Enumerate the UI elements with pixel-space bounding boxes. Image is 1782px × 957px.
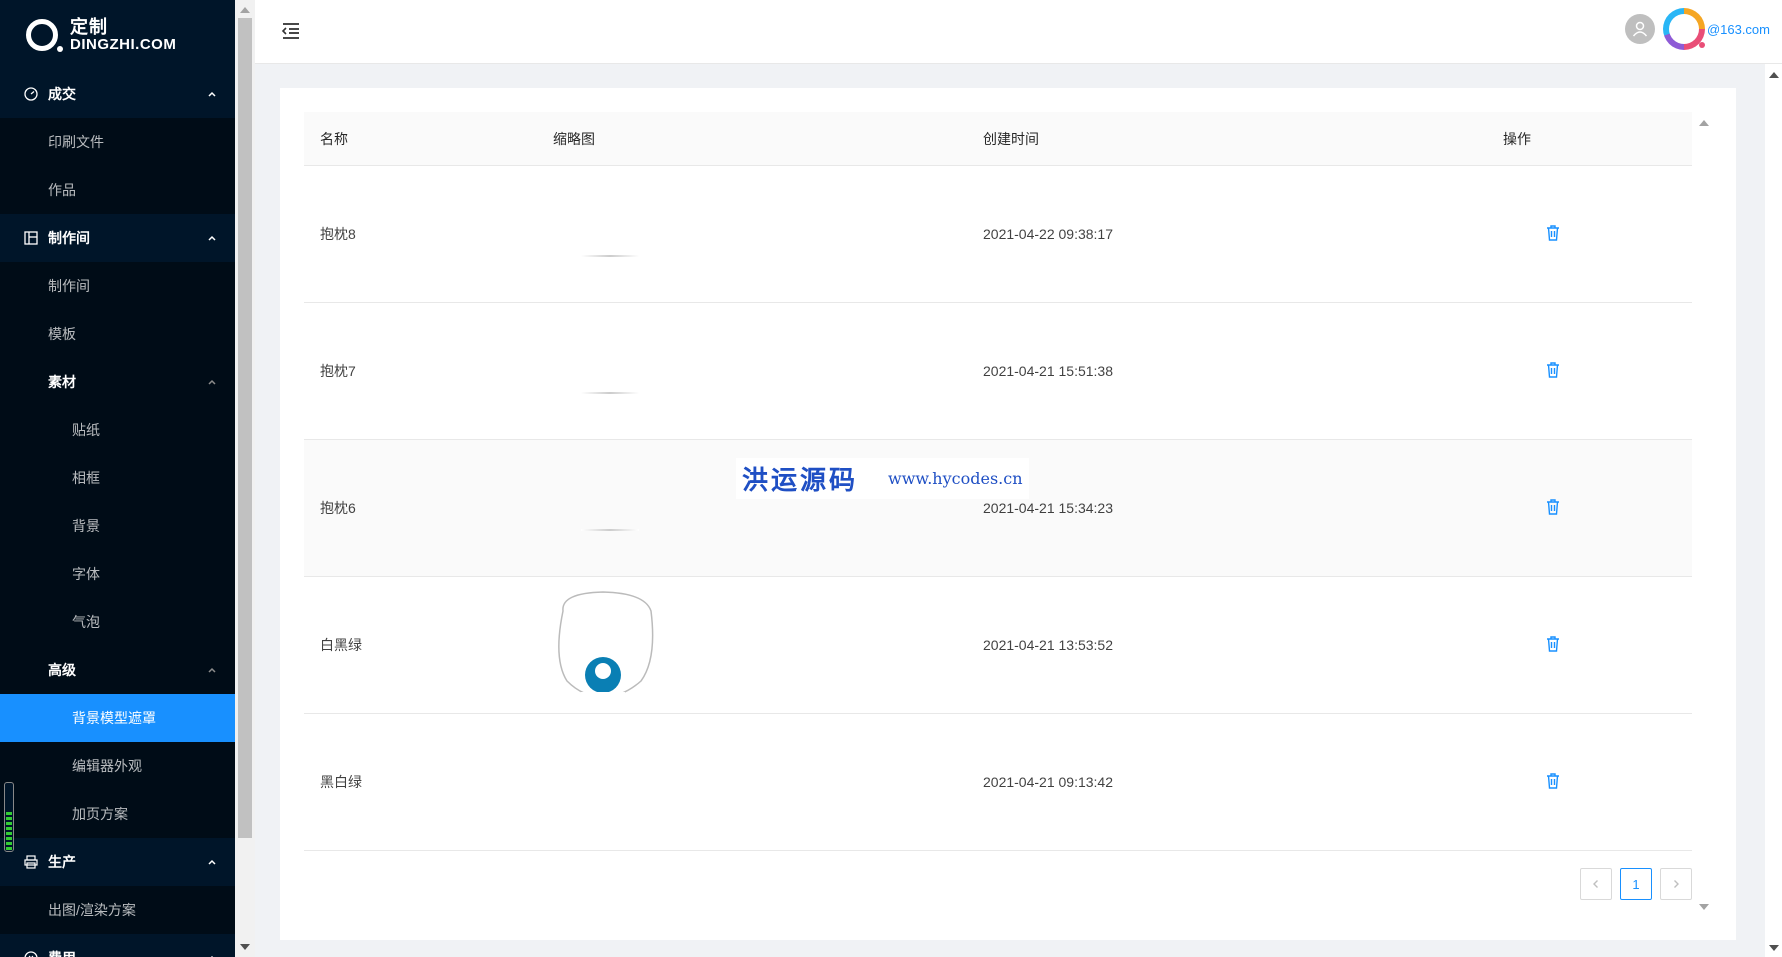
- menu-subgroup-advanced[interactable]: 高级: [0, 646, 235, 694]
- menu-group-deal[interactable]: 成交: [0, 70, 235, 118]
- prev-page-button[interactable]: [1580, 868, 1612, 900]
- logo-text-en: DINGZHI.COM: [70, 35, 177, 53]
- sidebar-item-studio[interactable]: 制作间: [0, 262, 235, 310]
- row-thumbnail: [537, 589, 967, 702]
- sidebar-item-templates[interactable]: 模板: [0, 310, 235, 358]
- sidebar-item-stickers[interactable]: 贴纸: [0, 406, 235, 454]
- header: @163.com: [255, 0, 1782, 64]
- next-page-button[interactable]: [1660, 868, 1692, 900]
- row-created: 2021-04-21 09:13:42: [983, 774, 1113, 790]
- row-created: 2021-04-21 13:53:52: [983, 637, 1113, 653]
- logo-text-cn: 定制: [70, 16, 108, 37]
- chevron-up-icon: [210, 955, 214, 957]
- avatar[interactable]: [1624, 14, 1655, 44]
- printer-icon: [24, 855, 38, 869]
- pagination: 1: [1580, 868, 1692, 900]
- watermark-text: 洪运源码: [742, 466, 859, 496]
- chevron-up-icon: [208, 859, 216, 865]
- watermark-url: www.hycodes.cn: [888, 469, 1023, 488]
- dashboard-icon: [24, 87, 38, 101]
- delete-icon[interactable]: [1545, 635, 1561, 653]
- chevron-left-icon: [1593, 880, 1598, 888]
- sidebar-item-print-files[interactable]: 印刷文件: [0, 118, 235, 166]
- menu-fold-icon[interactable]: [281, 22, 301, 40]
- user-menu[interactable]: @163.com: [1624, 8, 1770, 50]
- menu-group-fees[interactable]: 费用: [0, 934, 235, 957]
- watermark: 洪运源码 www.hycodes.cn: [736, 458, 1029, 499]
- row-name: 抱枕7: [320, 363, 356, 379]
- logo[interactable]: 定制 DINGZHI.COM: [0, 0, 235, 70]
- delete-icon[interactable]: [1545, 361, 1561, 379]
- chevron-up-icon: [208, 91, 216, 97]
- row-name: 黑白绿: [320, 774, 362, 790]
- sidebar-item-render-plan[interactable]: 出图/渲染方案: [0, 886, 235, 934]
- mask-thumbnail-image: [558, 590, 654, 699]
- sidebar-item-works[interactable]: 作品: [0, 166, 235, 214]
- table-header: 名称 缩略图 创建时间 操作: [304, 112, 1692, 166]
- sidebar-item-fonts[interactable]: 字体: [0, 550, 235, 598]
- scrollbar-thumb[interactable]: [238, 18, 252, 838]
- row-thumbnail: [537, 211, 967, 257]
- sidebar-item-add-page-plan[interactable]: 加页方案: [0, 790, 235, 838]
- page-scrollbar[interactable]: [1765, 64, 1782, 957]
- chevron-right-icon: [1674, 880, 1679, 888]
- menu-group-label: 成交: [48, 86, 76, 102]
- menu-subgroup-label: 高级: [48, 662, 76, 678]
- row-name: 抱枕8: [320, 226, 356, 242]
- table-row: 抱枕7 2021-04-21 15:51:38: [304, 303, 1692, 440]
- chevron-up-icon: [208, 379, 216, 385]
- money-icon: [24, 951, 38, 957]
- sidebar-item-editor-appearance[interactable]: 编辑器外观: [0, 742, 235, 790]
- column-header-created: 创建时间: [983, 130, 1039, 147]
- delete-icon[interactable]: [1545, 498, 1561, 516]
- row-created: 2021-04-21 15:51:38: [983, 363, 1113, 379]
- logo-mark-icon: [26, 19, 63, 52]
- row-name: 抱枕6: [320, 500, 356, 516]
- sidebar-item-frames[interactable]: 相框: [0, 454, 235, 502]
- brand-ring-icon: [1662, 8, 1705, 50]
- scroll-up-icon[interactable]: [1699, 120, 1709, 126]
- column-header-name: 名称: [320, 130, 348, 147]
- sidebar: 定制 DINGZHI.COM 成交 印刷文件 作品 制作间 制作间 模板 素材 …: [0, 0, 235, 957]
- row-name: 白黑绿: [320, 637, 362, 653]
- delete-icon[interactable]: [1545, 224, 1561, 242]
- sidebar-item-backgrounds[interactable]: 背景: [0, 502, 235, 550]
- sidebar-scrollbar[interactable]: [235, 0, 255, 957]
- content-card: 名称 缩略图 创建时间 操作 抱枕8 2021-04-22 09:38:17 抱…: [280, 88, 1736, 940]
- row-created: 2021-04-22 09:38:17: [983, 226, 1113, 242]
- table-scrollbar[interactable]: [1696, 114, 1712, 914]
- column-header-thumbnail: 缩略图: [553, 130, 595, 147]
- table-row: 黑白绿 2021-04-21 09:13:42: [304, 714, 1692, 851]
- menu-group-label: 制作间: [48, 230, 90, 246]
- sidebar-item-bubbles[interactable]: 气泡: [0, 598, 235, 646]
- layout-icon: [24, 231, 38, 245]
- scroll-down-icon[interactable]: [240, 944, 250, 950]
- scroll-up-icon[interactable]: [240, 7, 250, 13]
- sidebar-item-bg-model-mask[interactable]: 背景模型遮罩: [0, 694, 235, 742]
- scroll-down-icon[interactable]: [1769, 945, 1779, 951]
- user-email[interactable]: @163.com: [1707, 22, 1770, 37]
- menu-subgroup-materials[interactable]: 素材: [0, 358, 235, 406]
- row-created: 2021-04-21 15:34:23: [983, 500, 1113, 516]
- page-button[interactable]: 1: [1620, 868, 1652, 900]
- delete-icon[interactable]: [1545, 772, 1561, 790]
- menu-group-studio[interactable]: 制作间: [0, 214, 235, 262]
- chevron-up-icon: [208, 235, 216, 241]
- table-row: 抱枕8 2021-04-22 09:38:17: [304, 166, 1692, 303]
- menu-group-production[interactable]: 生产: [0, 838, 235, 886]
- data-table: 名称 缩略图 创建时间 操作 抱枕8 2021-04-22 09:38:17 抱…: [304, 112, 1692, 924]
- level-gauge: [4, 782, 14, 852]
- menu-subgroup-label: 素材: [48, 374, 76, 390]
- column-header-actions: 操作: [1503, 130, 1531, 147]
- scroll-up-icon[interactable]: [1769, 72, 1779, 78]
- user-icon: [1632, 21, 1648, 37]
- menu-group-label: 生产: [48, 854, 76, 870]
- row-thumbnail: [537, 348, 967, 394]
- menu-group-label: 费用: [48, 948, 207, 957]
- scroll-down-icon[interactable]: [1699, 904, 1709, 910]
- table-row: 白黑绿 2021-04-21 13:53:52: [304, 577, 1692, 714]
- chevron-up-icon: [208, 667, 216, 673]
